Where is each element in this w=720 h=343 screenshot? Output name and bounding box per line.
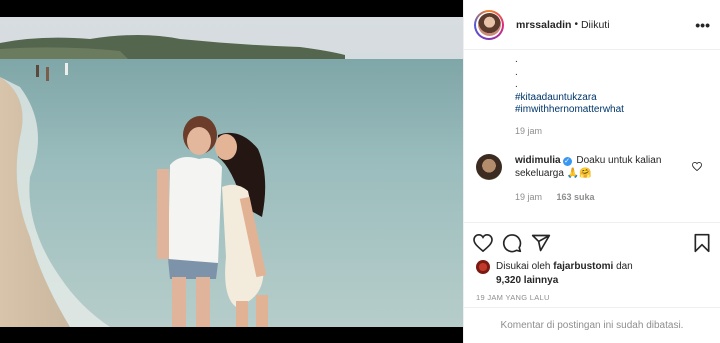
likes-text: Disukai oleh fajarbustomi dan 9,320 lain… (496, 260, 633, 288)
photo-pane (0, 0, 463, 343)
author-avatar-inner (476, 11, 502, 38)
author-avatar-image (477, 13, 501, 36)
separator-dot: • (574, 19, 578, 30)
post-timestamp[interactable]: 19 JAM YANG LALU (464, 288, 720, 302)
comment-item: widimulia ✓ Doaku untuk kalian sekeluarga… (476, 153, 708, 205)
comments-area: . . . #kitaadauntukzara #imwithhernomatt… (464, 50, 720, 222)
caption-dot: . (515, 79, 518, 90)
more-options-icon[interactable]: ••• (695, 17, 710, 33)
commenter-username[interactable]: widimulia (515, 155, 561, 166)
post-side-panel: mrssaladin • Diikuti ••• . . . #kitaadau… (463, 0, 720, 343)
instagram-post-view: mrssaladin • Diikuti ••• . . . #kitaadau… (0, 0, 720, 343)
comments-limited-notice: Komentar di postingan ini sudah dibatasi… (464, 307, 720, 343)
caption: . . . #kitaadauntukzara #imwithhernomatt… (476, 50, 708, 117)
likes-others-link[interactable]: 9,320 lainnya (496, 275, 558, 286)
comment-icon (502, 233, 522, 252)
author-avatar[interactable] (474, 9, 504, 40)
comment-button[interactable] (502, 233, 522, 253)
caption-time[interactable]: 19 jam (476, 126, 708, 136)
hashtag-link[interactable]: #kitaadauntukzara (515, 92, 708, 105)
comment-meta: 19 jam 163 suka (515, 191, 690, 205)
caption-dot: . (515, 66, 518, 78)
save-button[interactable] (693, 233, 711, 253)
share-button[interactable] (531, 233, 551, 253)
like-button[interactable] (473, 233, 493, 252)
heart-icon (692, 161, 702, 171)
likes-and: dan (616, 261, 633, 272)
comment-heart-icon[interactable] (692, 161, 702, 174)
comment-body: widimulia ✓ Doaku untuk kalian sekeluarga… (515, 154, 690, 205)
bookmark-icon (694, 233, 710, 252)
author-username[interactable]: mrssaladin (516, 19, 571, 31)
comment-time[interactable]: 19 jam (515, 192, 542, 202)
likes-prefix: Disukai oleh (496, 261, 551, 272)
share-icon (531, 234, 551, 251)
liker-username[interactable]: fajarbustomi (553, 261, 613, 272)
follow-status[interactable]: Diikuti (581, 19, 610, 31)
post-header: mrssaladin • Diikuti ••• (464, 0, 720, 50)
caption-dot: . (515, 54, 518, 65)
liker-avatar[interactable] (476, 260, 490, 274)
likes-summary: Disukai oleh fajarbustomi dan 9,320 lain… (464, 260, 720, 288)
commenter-avatar[interactable] (476, 153, 502, 180)
comment-likes[interactable]: 163 suka (557, 192, 595, 202)
verified-badge-icon: ✓ (562, 156, 572, 166)
action-bar (464, 222, 720, 262)
heart-icon (473, 233, 493, 252)
hashtag-link[interactable]: #imwithhernomatterwhat (515, 104, 708, 117)
beach-photo-illustration (0, 17, 463, 327)
post-photo[interactable] (0, 17, 463, 327)
